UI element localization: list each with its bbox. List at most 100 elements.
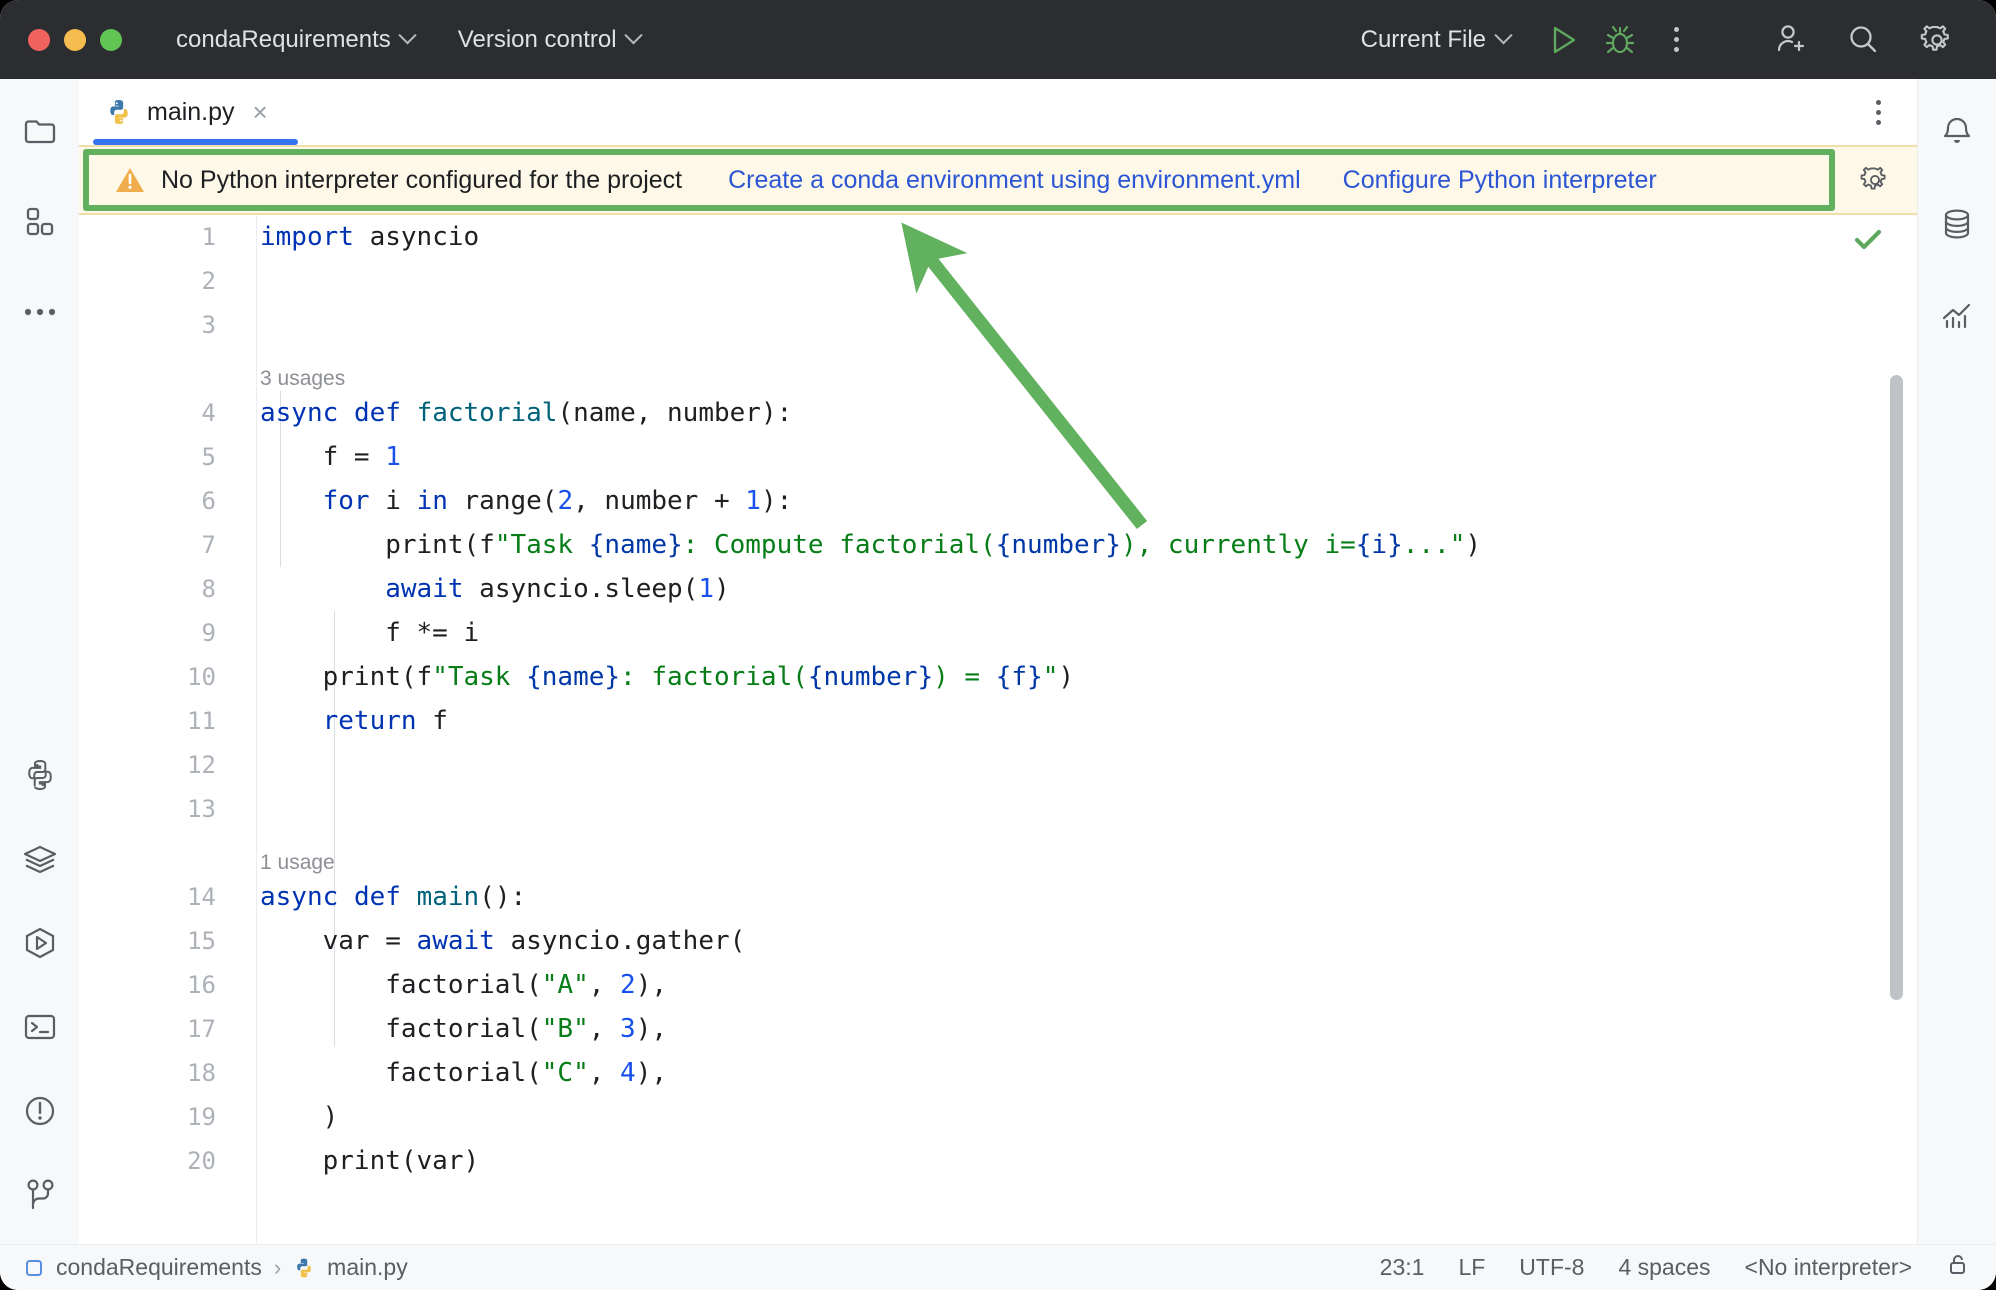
structure-tool-window-button[interactable]: [9, 191, 71, 253]
inspection-status-icon[interactable]: [1853, 227, 1883, 258]
line-content: print(f"Task {name}: Compute factorial({…: [236, 530, 1481, 560]
code-line[interactable]: 18 factorial("C", 4),: [79, 1051, 1917, 1095]
breadcrumb-project[interactable]: condaRequirements: [56, 1254, 262, 1281]
problems-tool-window-button[interactable]: [9, 1080, 71, 1142]
code-line[interactable]: 16 factorial("A", 2),: [79, 963, 1917, 1007]
database-tool-window-button[interactable]: [1926, 193, 1988, 255]
code-lines-container: 1import asyncio2 3 3 usages4async def fact…: [79, 215, 1917, 1183]
code-line[interactable]: 9 f *= i: [79, 611, 1917, 655]
line-number: 16: [79, 971, 236, 999]
line-number: 20: [79, 1147, 236, 1175]
code-line[interactable]: 4async def factorial(name, number):: [79, 391, 1917, 435]
line-content: factorial("C", 4),: [236, 1058, 667, 1088]
notifications-tool-window-button[interactable]: [1926, 101, 1988, 163]
add-user-icon: [1771, 22, 1807, 58]
line-number: 18: [79, 1059, 236, 1087]
code-editor[interactable]: 1import asyncio2 3 3 usages4async def fact…: [79, 215, 1917, 1244]
minimize-window-button[interactable]: [64, 29, 86, 51]
settings-button[interactable]: [1900, 12, 1974, 68]
line-number: 11: [79, 707, 236, 735]
code-line[interactable]: 3: [79, 303, 1917, 347]
line-separator[interactable]: LF: [1458, 1254, 1485, 1281]
line-content: ): [236, 1102, 338, 1132]
close-window-button[interactable]: [28, 29, 50, 51]
line-number: 14: [79, 883, 236, 911]
terminal-tool-window-button[interactable]: [9, 996, 71, 1058]
code-line[interactable]: 12: [79, 743, 1917, 787]
code-line[interactable]: 6 for i in range(2, number + 1):: [79, 479, 1917, 523]
git-tool-window-button[interactable]: [9, 1164, 71, 1226]
run-tool-window-button[interactable]: [9, 912, 71, 974]
layers-tool-window-button[interactable]: [9, 828, 71, 890]
warning-triangle-icon: [115, 166, 145, 194]
code-line[interactable]: 2: [79, 259, 1917, 303]
git-branch-icon: [24, 1178, 56, 1212]
line-content: var = await asyncio.gather(: [236, 926, 745, 956]
code-line[interactable]: 7 print(f"Task {name}: Compute factorial…: [79, 523, 1917, 567]
run-hexagon-icon: [22, 926, 58, 960]
run-button[interactable]: [1536, 12, 1592, 68]
chevron-down-icon: [624, 26, 642, 44]
vcs-label: Version control: [458, 26, 617, 54]
line-content: factorial("B", 3),: [236, 1014, 667, 1044]
code-line[interactable]: 8 await asyncio.sleep(1): [79, 567, 1917, 611]
caret-position[interactable]: 23:1: [1380, 1254, 1425, 1281]
version-control-selector[interactable]: Version control: [458, 26, 640, 54]
line-number: 10: [79, 663, 236, 691]
debug-button[interactable]: [1592, 12, 1648, 68]
line-number: 3: [79, 311, 236, 339]
configure-python-interpreter-link[interactable]: Configure Python interpreter: [1343, 166, 1657, 195]
code-line[interactable]: 13: [79, 787, 1917, 831]
add-user-button[interactable]: [1752, 12, 1826, 68]
banner-settings-button[interactable]: [1859, 164, 1891, 196]
usage-hint[interactable]: 1 usage: [79, 831, 1917, 875]
code-line[interactable]: 1import asyncio: [79, 215, 1917, 259]
usage-hint[interactable]: 3 usages: [79, 347, 1917, 391]
editor-options-button[interactable]: [1876, 100, 1881, 125]
code-line[interactable]: 20 print(var): [79, 1139, 1917, 1183]
code-line[interactable]: 10 print(f"Task {name}: factorial({numbe…: [79, 655, 1917, 699]
breadcrumb: condaRequirements › main.py: [24, 1254, 408, 1281]
project-tool-window-button[interactable]: [9, 101, 71, 163]
more-tool-windows-button[interactable]: [9, 281, 71, 343]
code-line[interactable]: 14async def main():: [79, 875, 1917, 919]
grid-blocks-icon: [24, 206, 56, 238]
code-line[interactable]: 19 ): [79, 1095, 1917, 1139]
search-button[interactable]: [1826, 12, 1900, 68]
code-line[interactable]: 17 factorial("B", 3),: [79, 1007, 1917, 1051]
unlocked-icon[interactable]: [1946, 1253, 1970, 1283]
close-icon[interactable]: ×: [249, 99, 268, 125]
code-line[interactable]: 11 return f: [79, 699, 1917, 743]
more-options-button[interactable]: [1648, 12, 1704, 68]
title-bar: condaRequirements Version control Curren…: [0, 0, 1996, 79]
maximize-window-button[interactable]: [100, 29, 122, 51]
line-content: for i in range(2, number + 1):: [236, 486, 792, 516]
interpreter-notification-banner: No Python interpreter configured for the…: [79, 145, 1917, 215]
project-selector[interactable]: condaRequirements: [176, 26, 414, 54]
layers-icon: [22, 843, 58, 875]
editor-vertical-scrollbar[interactable]: [1890, 375, 1903, 1000]
bell-icon: [1941, 115, 1973, 149]
warning-circle-icon: [23, 1094, 57, 1128]
interpreter-selector[interactable]: <No interpreter>: [1745, 1254, 1912, 1281]
project-name: condaRequirements: [176, 26, 391, 54]
code-line[interactable]: 15 var = await asyncio.gather(: [79, 919, 1917, 963]
usage-hint-label: 1 usage: [260, 851, 335, 875]
chevron-down-icon: [1494, 26, 1512, 44]
file-encoding[interactable]: UTF-8: [1519, 1254, 1584, 1281]
line-number: 12: [79, 751, 236, 779]
breadcrumb-file[interactable]: main.py: [327, 1254, 408, 1281]
create-conda-environment-link[interactable]: Create a conda environment using environ…: [728, 166, 1301, 195]
python-packages-tool-window-button[interactable]: [9, 744, 71, 806]
window-controls: [28, 29, 122, 51]
profiler-tool-window-button[interactable]: [1926, 285, 1988, 347]
more-options-icon: [1876, 100, 1881, 105]
line-number: 6: [79, 487, 236, 515]
tab-main-py[interactable]: main.py ×: [79, 79, 294, 145]
line-content: f = 1: [236, 442, 401, 472]
indent-setting[interactable]: 4 spaces: [1618, 1254, 1710, 1281]
run-configuration-selector[interactable]: Current File: [1361, 26, 1510, 54]
more-options-icon: [1674, 27, 1679, 32]
line-content: import asyncio: [236, 222, 479, 252]
code-line[interactable]: 5 f = 1: [79, 435, 1917, 479]
